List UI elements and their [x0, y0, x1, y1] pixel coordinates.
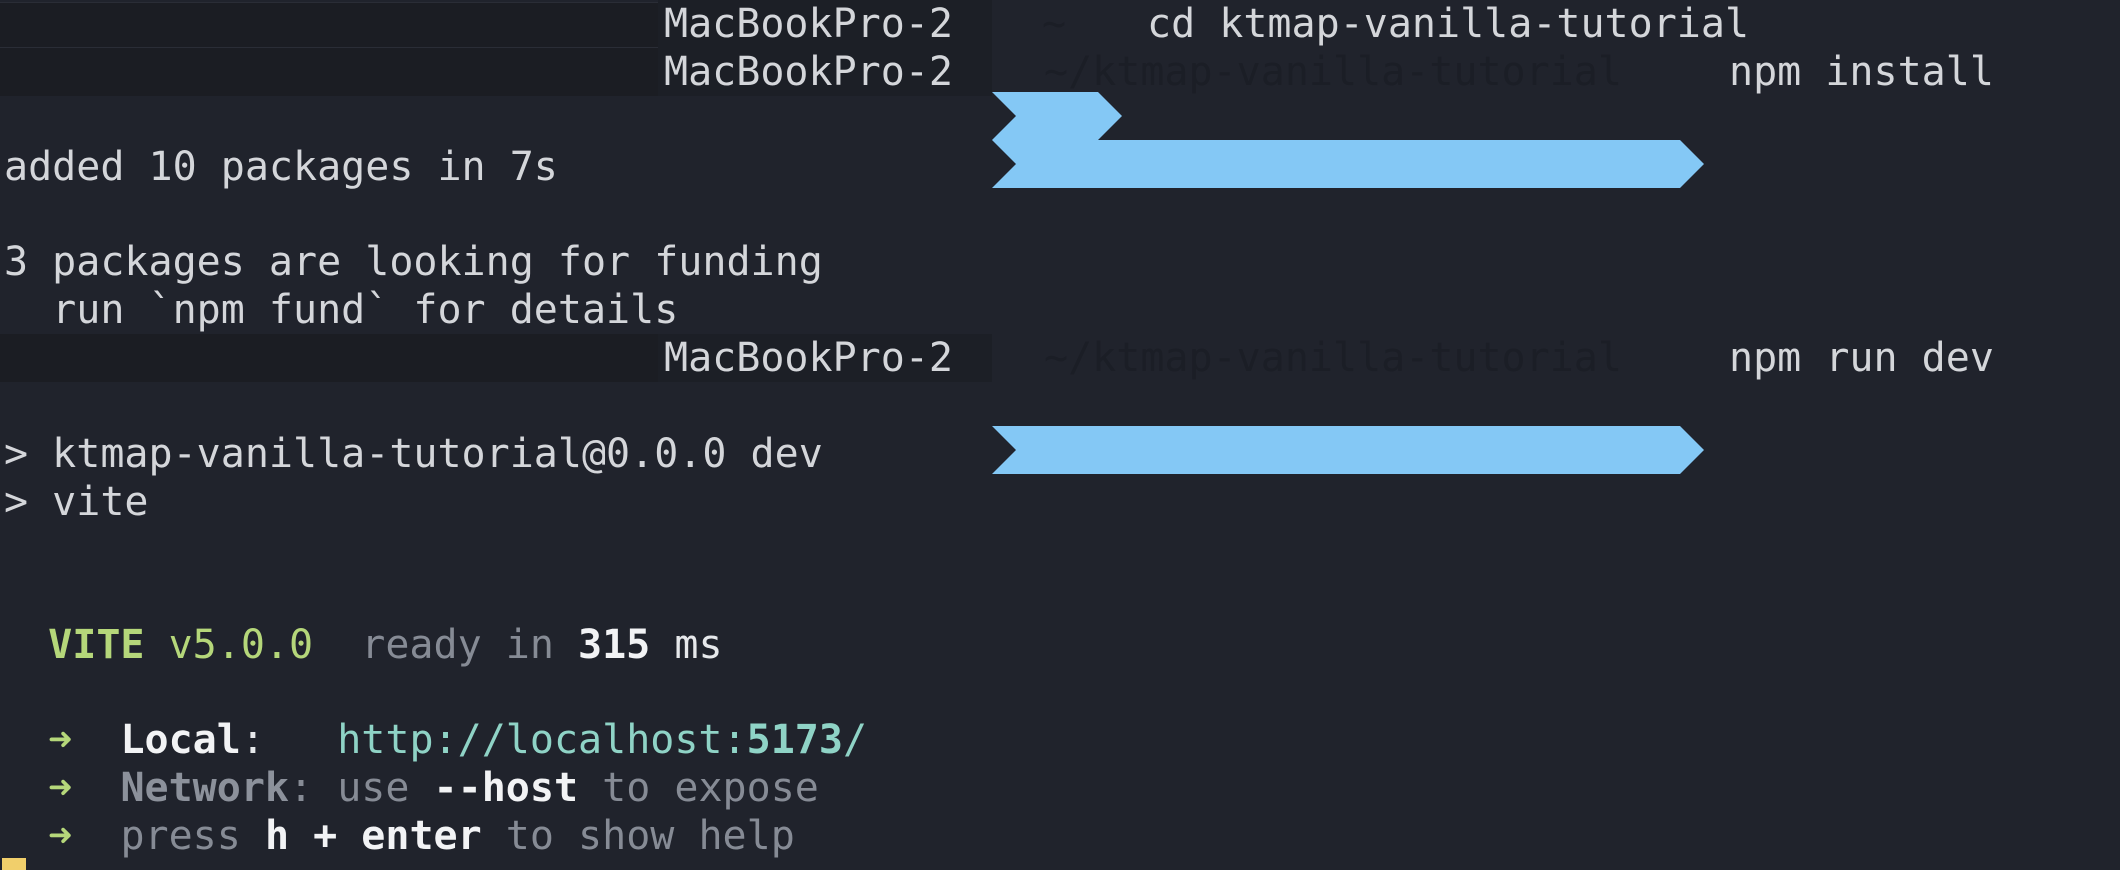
arrow-right-icon: ➜ [48, 813, 73, 859]
network-line: ➜ Network: use --host to expose [0, 764, 2120, 812]
arrow-right-icon: ➜ [48, 765, 73, 811]
output-line: > vite [0, 478, 2120, 526]
local-url-suffix: / [842, 717, 868, 763]
prompt-path-segment: ~/ktmap-vanilla-tutorial [992, 334, 1704, 474]
local-url-prefix: http://localhost: [337, 717, 747, 763]
output-line: run `npm fund` for details [0, 286, 2120, 334]
host-flag: --host [433, 765, 579, 811]
prompt-line-2: MacBookPro-2 ~/ktmap-vanilla-tutorial np… [0, 48, 2120, 188]
prompt-host-label: MacBookPro-2 [664, 335, 953, 381]
network-colon: : [289, 765, 314, 811]
local-url-line: ➜ Local: http://localhost:5173/ [0, 716, 2120, 764]
prompt-host-label: MacBookPro-2 [664, 49, 953, 95]
vite-version: v5.0.0 [168, 622, 314, 668]
prompt-path-label: ~/ktmap-vanilla-tutorial [1044, 49, 1622, 95]
prompt-line-3: MacBookPro-2 ~/ktmap-vanilla-tutorial np… [0, 334, 2120, 474]
npm-script-command: > vite [4, 479, 149, 525]
network-rest: to expose [602, 765, 819, 811]
prompt-left-fill [0, 334, 658, 382]
network-use: use [337, 765, 410, 811]
output-line: 3 packages are looking for funding [0, 238, 2120, 286]
prompt-command: npm run dev [1729, 335, 1994, 381]
terminal-cursor [2, 858, 26, 870]
help-rest: to show help [505, 813, 795, 859]
prompt-host: MacBookPro-2 [658, 0, 992, 48]
prompt-command: npm install [1729, 49, 1994, 95]
help-keys: h + enter [264, 813, 482, 859]
local-url-link[interactable]: http://localhost:5173/ [337, 717, 867, 763]
prompt-host: MacBookPro-2 [658, 334, 992, 382]
output-line: > ktmap-vanilla-tutorial@0.0.0 dev [0, 430, 2120, 478]
output-line: added 10 packages in 7s [0, 143, 2120, 191]
npm-install-result: added 10 packages in 7s [4, 144, 558, 190]
npm-fund-hint: run `npm fund` for details [4, 287, 679, 333]
ready-prefix: ready in [361, 622, 554, 668]
prompt-path-segment: ~/ktmap-vanilla-tutorial [992, 48, 1704, 188]
help-line: ➜ press h + enter to show help [0, 812, 2120, 860]
ready-ms: 315 [578, 622, 651, 668]
prompt-left-fill [0, 48, 658, 96]
prompt-host-label: MacBookPro-2 [664, 1, 953, 47]
prompt-line-1: MacBookPro-2 ~ cd ktmap-vanilla-tutorial [0, 0, 2120, 140]
prompt-path-label: ~/ktmap-vanilla-tutorial [1044, 335, 1622, 381]
npm-funding-message: 3 packages are looking for funding [4, 239, 823, 285]
arrow-right-icon: ➜ [48, 717, 73, 763]
prompt-path-segment: ~ [992, 0, 1122, 140]
ready-unit: ms [674, 622, 723, 668]
prompt-host: MacBookPro-2 [658, 48, 992, 96]
local-colon: : [240, 717, 265, 763]
prompt-path-label: ~ [1042, 1, 1067, 47]
local-url-port: 5173 [746, 717, 843, 763]
npm-script-line: > ktmap-vanilla-tutorial@0.0.0 dev [4, 431, 823, 477]
terminal-window[interactable]: MacBookPro-2 ~ cd ktmap-vanilla-tutorial… [0, 0, 2120, 870]
local-label: Local [120, 717, 241, 763]
vite-name: VITE [48, 622, 145, 668]
help-press: press [120, 813, 241, 859]
vite-ready-line: VITE v5.0.0 ready in 315 ms [0, 621, 2120, 669]
prompt-left-fill [0, 2, 658, 48]
prompt-command: cd ktmap-vanilla-tutorial [1147, 1, 1750, 47]
network-label: Network [120, 765, 290, 811]
